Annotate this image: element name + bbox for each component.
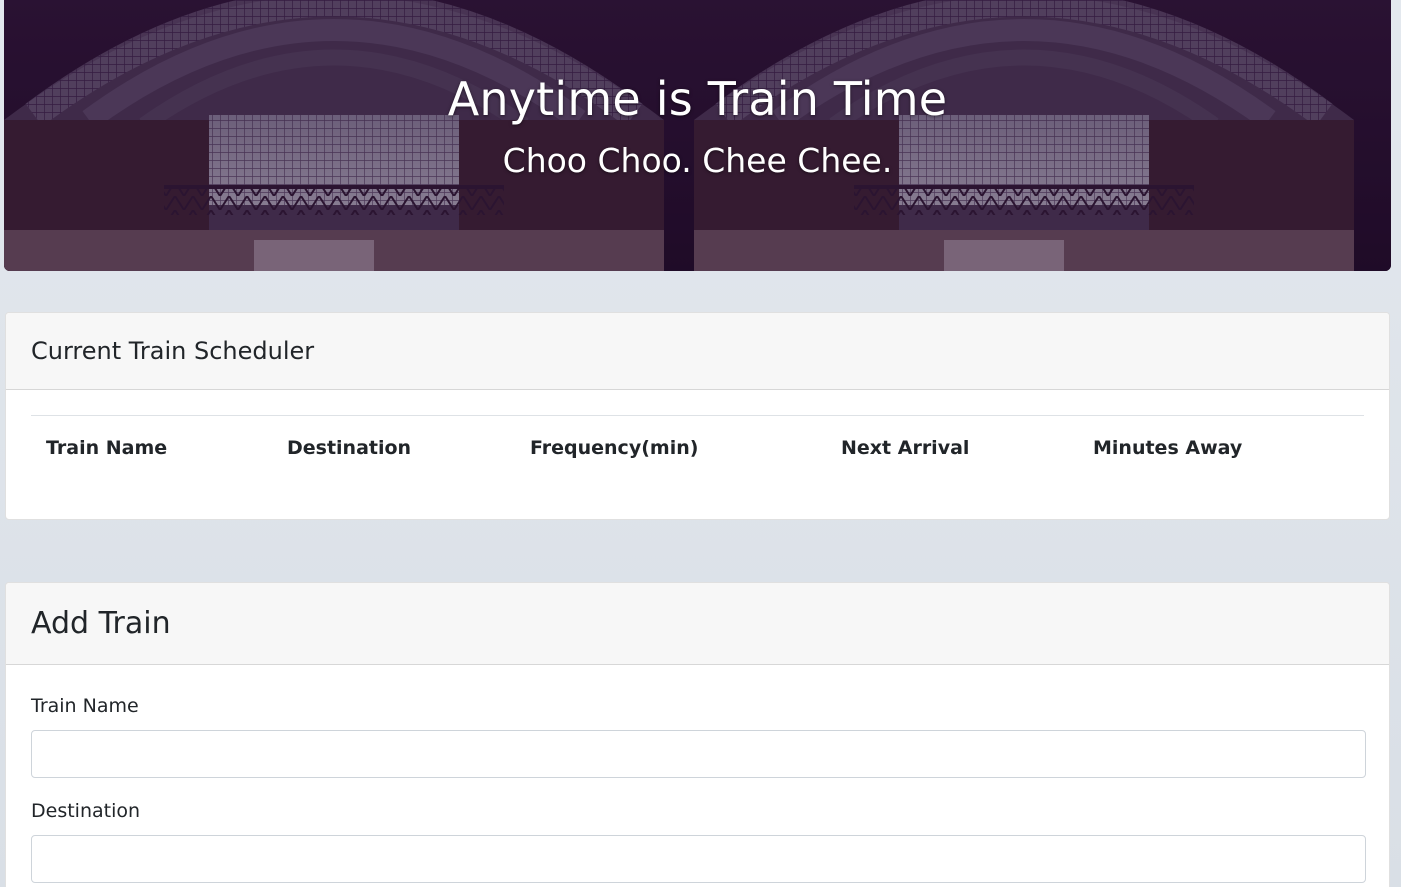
- column-header-train-name: Train Name: [46, 436, 168, 459]
- add-train-card: Add Train Train Name Destination: [5, 582, 1390, 887]
- destination-label: Destination: [31, 800, 141, 822]
- schedule-heading: Current Train Scheduler: [31, 337, 315, 365]
- schedule-table-wrap: Train Name Destination Frequency(min) Ne…: [6, 390, 1389, 480]
- hero-banner: Anytime is Train Time Choo Choo. Chee Ch…: [4, 0, 1391, 271]
- schedule-table: Train Name Destination Frequency(min) Ne…: [31, 415, 1364, 480]
- add-train-heading: Add Train: [31, 606, 171, 641]
- add-train-card-header: Add Train: [6, 583, 1389, 665]
- add-train-form: Train Name Destination: [6, 665, 1389, 883]
- train-name-label: Train Name: [31, 695, 139, 717]
- page: Anytime is Train Time Choo Choo. Chee Ch…: [0, 0, 1401, 887]
- column-header-destination: Destination: [287, 436, 412, 459]
- hero-title: Anytime is Train Time: [447, 72, 948, 126]
- train-station-image: [4, 0, 1391, 271]
- column-header-frequency: Frequency(min): [530, 436, 699, 459]
- schedule-card: Current Train Scheduler Train Name Desti…: [5, 312, 1390, 520]
- schedule-card-header: Current Train Scheduler: [6, 313, 1389, 390]
- hero-subtitle: Choo Choo. Chee Chee.: [502, 141, 893, 180]
- column-header-minutes-away: Minutes Away: [1093, 436, 1243, 459]
- train-name-input[interactable]: [31, 730, 1366, 778]
- table-header-row: Train Name Destination Frequency(min) Ne…: [31, 416, 1364, 480]
- form-group-train-name: Train Name: [31, 695, 1366, 778]
- column-header-next-arrival: Next Arrival: [841, 436, 970, 459]
- form-group-destination: Destination: [31, 800, 1366, 883]
- destination-input[interactable]: [31, 835, 1366, 883]
